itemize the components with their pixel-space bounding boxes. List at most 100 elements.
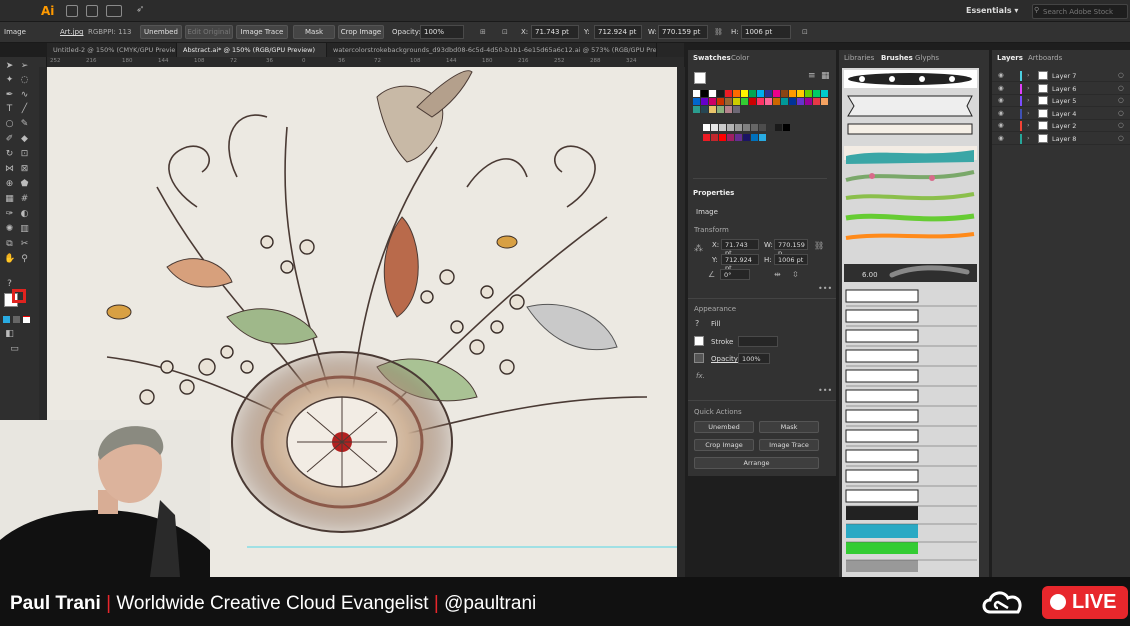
visibility-eye-icon[interactable]: ◉ [998, 71, 1004, 79]
color-swatch[interactable] [693, 106, 700, 113]
layer-name[interactable]: Layer 7 [1052, 72, 1076, 80]
expand-arrow-icon[interactable]: › [1027, 71, 1030, 79]
color-swatch[interactable] [703, 124, 710, 131]
live-paint-icon[interactable]: ⬟ [19, 179, 30, 190]
target-circle-icon[interactable]: ○ [1118, 71, 1124, 79]
reference-point-icon[interactable]: ⁂ [694, 244, 703, 254]
color-swatch[interactable] [717, 106, 724, 113]
shaper-tool-icon[interactable]: ✐ [4, 134, 15, 145]
color-swatch[interactable] [709, 106, 716, 113]
fx-icon[interactable]: fx. [696, 372, 705, 380]
color-swatch[interactable] [717, 90, 724, 97]
expand-arrow-icon[interactable]: › [1027, 109, 1030, 117]
type-tool-icon[interactable]: T [4, 104, 15, 115]
color-swatch[interactable] [797, 98, 804, 105]
color-swatch[interactable] [757, 90, 764, 97]
graph-tool-icon[interactable]: ▥ [19, 224, 30, 235]
constrain-proportions-icon[interactable]: ⛓ [714, 28, 723, 36]
stock-icon[interactable] [86, 5, 98, 17]
x-field[interactable]: 71.743 pt [531, 25, 579, 39]
edit-original-button[interactable]: Edit Original [185, 25, 233, 39]
expand-arrow-icon[interactable]: › [1027, 96, 1030, 104]
tab-libraries[interactable]: Libraries [844, 54, 874, 62]
gradient-mode-icon[interactable] [13, 316, 20, 323]
w-field[interactable]: 770.159 p [774, 239, 808, 257]
opacity-field[interactable]: 100% [420, 25, 464, 39]
align-icon[interactable]: ⊞ [480, 28, 486, 36]
color-swatch[interactable] [701, 90, 708, 97]
color-swatch[interactable] [749, 90, 756, 97]
color-swatch[interactable] [749, 98, 756, 105]
visibility-eye-icon[interactable]: ◉ [998, 109, 1004, 117]
tab-artboards[interactable]: Artboards [1028, 54, 1062, 62]
fill-stroke-swatch[interactable] [694, 72, 706, 84]
color-swatch[interactable] [693, 90, 700, 97]
color-swatch[interactable] [709, 98, 716, 105]
h-field[interactable]: 1006 pt [741, 25, 791, 39]
shape-builder-icon[interactable]: ⊕ [4, 179, 15, 190]
layer-name[interactable]: Layer 4 [1052, 110, 1076, 118]
pen-tool-icon[interactable]: ✒ [4, 90, 15, 101]
symbol-sprayer-icon[interactable]: ✺ [4, 224, 15, 235]
h-field[interactable]: 1006 pt [774, 254, 808, 265]
w-field[interactable]: 770.159 pt [658, 25, 708, 39]
color-swatch[interactable] [727, 134, 734, 141]
color-swatch[interactable] [767, 124, 774, 131]
color-swatch[interactable] [741, 90, 748, 97]
color-mode-icon[interactable] [3, 316, 10, 323]
arrange-documents-icon[interactable] [106, 5, 122, 17]
ellipse-tool-icon[interactable]: ○ [4, 119, 15, 130]
brush-list[interactable]: 6.00 [842, 68, 979, 577]
flip-vertical-icon[interactable]: ⇳ [792, 270, 799, 279]
zoom-tool-icon[interactable]: ⚲ [19, 254, 30, 265]
color-swatch[interactable] [727, 124, 734, 131]
draw-mode-icon[interactable]: ◧ [4, 329, 15, 340]
curvature-tool-icon[interactable]: ∿ [19, 90, 30, 101]
color-swatch[interactable] [725, 90, 732, 97]
flip-horizontal-icon[interactable]: ⇹ [774, 270, 781, 279]
color-swatch[interactable] [693, 98, 700, 105]
stroke-swatch[interactable] [12, 289, 26, 303]
target-circle-icon[interactable]: ○ [1118, 109, 1124, 117]
color-swatch[interactable] [733, 106, 740, 113]
expand-arrow-icon[interactable]: › [1027, 121, 1030, 129]
color-swatch[interactable] [741, 98, 748, 105]
color-swatch[interactable] [773, 98, 780, 105]
color-swatch[interactable] [703, 134, 710, 141]
layer-row[interactable]: ◉ › Layer 5 ○ [992, 95, 1130, 107]
linked-file-name[interactable]: Art.jpg [60, 28, 83, 36]
artboard-tool-icon[interactable]: ⧉ [4, 239, 15, 250]
perspective-grid-icon[interactable]: ▦ [4, 194, 15, 205]
color-swatch[interactable] [789, 90, 796, 97]
color-swatch[interactable] [711, 134, 718, 141]
hand-tool-icon[interactable]: ✋ [4, 254, 15, 265]
selection-tool-icon[interactable]: ➤ [4, 61, 15, 72]
target-circle-icon[interactable]: ○ [1118, 121, 1124, 129]
link-icon[interactable]: ⛓ [814, 241, 824, 250]
stroke-weight-field[interactable] [738, 336, 778, 347]
color-swatch[interactable] [789, 98, 796, 105]
tab-swatches[interactable]: Swatches [693, 54, 731, 62]
color-swatch[interactable] [765, 98, 772, 105]
color-swatch[interactable] [701, 106, 708, 113]
bridge-icon[interactable] [66, 5, 78, 17]
x-field[interactable]: 71.743 pt [721, 239, 759, 257]
qa-crop-image-button[interactable]: Crop Image [694, 439, 754, 451]
color-swatch[interactable] [733, 98, 740, 105]
color-swatch[interactable] [735, 134, 742, 141]
vertical-scrollbar[interactable] [677, 67, 685, 577]
paintbrush-tool-icon[interactable]: ✎ [19, 119, 30, 130]
expand-arrow-icon[interactable]: › [1027, 134, 1030, 142]
color-swatch[interactable] [725, 106, 732, 113]
free-transform-icon[interactable]: ⊠ [19, 164, 30, 175]
tab-layers[interactable]: Layers [997, 54, 1023, 62]
width-tool-icon[interactable]: ⋈ [4, 164, 15, 175]
visibility-eye-icon[interactable]: ◉ [998, 134, 1004, 142]
screen-mode-icon[interactable]: ▭ [9, 344, 20, 355]
color-swatch[interactable] [813, 98, 820, 105]
more-appearance-icon[interactable]: ••• [818, 386, 832, 395]
color-swatch[interactable] [717, 98, 724, 105]
lasso-icon[interactable]: ◌ [19, 75, 30, 86]
grid-view-icon[interactable]: ▦ [821, 71, 830, 81]
scale-tool-icon[interactable]: ⊡ [19, 149, 30, 160]
